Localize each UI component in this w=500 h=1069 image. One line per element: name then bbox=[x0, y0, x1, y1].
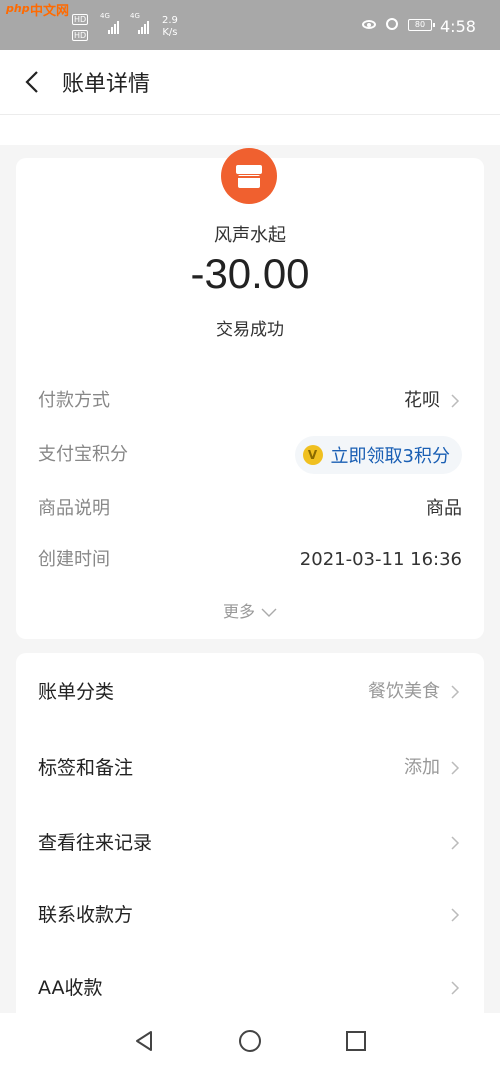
nav-recents-icon[interactable] bbox=[344, 1029, 368, 1053]
description-label: 商品说明 bbox=[38, 498, 110, 519]
claim-points-button[interactable]: V 立即领取3积分 bbox=[294, 436, 462, 474]
more-label: 更多 bbox=[222, 602, 255, 621]
bill-actions-card: 账单分类 餐饮美食 标签和备注 添加 查看往来记录 联系收款方 AA收款 bbox=[16, 653, 484, 1033]
bill-summary-card: 风声水起 -30.00 交易成功 付款方式 花呗 支付宝积分 V 立即领取3积分… bbox=[16, 148, 484, 639]
system-nav-bar bbox=[0, 1013, 500, 1069]
chevron-left-icon[interactable] bbox=[22, 70, 46, 94]
created-time-label: 创建时间 bbox=[38, 549, 110, 570]
chevron-down-icon bbox=[261, 608, 277, 617]
signal-icon bbox=[108, 16, 119, 34]
chevron-right-icon bbox=[451, 394, 460, 408]
status-bar: php 中文网 HD HD 4G 4G 2.9 K/s 80 4:58 bbox=[0, 0, 500, 50]
chevron-right-icon bbox=[451, 685, 460, 699]
category-row[interactable]: 账单分类 餐饮美食 bbox=[38, 677, 462, 707]
alarm-icon bbox=[386, 18, 398, 30]
chevron-right-icon bbox=[451, 836, 460, 850]
signal-icon-2 bbox=[138, 16, 149, 34]
aa-collect-row[interactable]: AA收款 bbox=[38, 973, 462, 1003]
page-title: 账单详情 bbox=[62, 72, 151, 97]
tags-notes-label: 标签和备注 bbox=[38, 757, 134, 779]
points-row: 支付宝积分 V 立即领取3积分 bbox=[38, 436, 462, 474]
merchant-name: 风声水起 bbox=[214, 225, 286, 246]
speed-value: 2.9 bbox=[162, 15, 178, 26]
chevron-right-icon bbox=[451, 908, 460, 922]
tags-notes-value: 添加 bbox=[404, 757, 440, 778]
points-label: 支付宝积分 bbox=[38, 444, 128, 465]
history-row[interactable]: 查看往来记录 bbox=[38, 828, 462, 858]
more-button[interactable]: 更多 bbox=[16, 598, 484, 622]
header-spacer bbox=[0, 115, 500, 145]
coin-icon: V bbox=[302, 445, 323, 465]
battery-icon: 80 bbox=[408, 19, 435, 31]
category-label: 账单分类 bbox=[38, 681, 115, 703]
contact-payee-row[interactable]: 联系收款方 bbox=[38, 900, 462, 930]
payment-method-row[interactable]: 付款方式 花呗 bbox=[38, 386, 462, 416]
created-time-value: 2021-03-11 16:36 bbox=[299, 549, 462, 570]
header: 账单详情 bbox=[0, 50, 500, 115]
aa-collect-label: AA收款 bbox=[38, 977, 103, 999]
nav-home-icon[interactable] bbox=[238, 1029, 262, 1053]
history-label: 查看往来记录 bbox=[38, 832, 153, 854]
clock: 4:58 bbox=[440, 17, 476, 36]
speed-unit: K/s bbox=[162, 27, 178, 38]
payment-method-value: 花呗 bbox=[404, 390, 440, 411]
nav-back-icon[interactable] bbox=[132, 1029, 156, 1053]
storefront-icon bbox=[221, 148, 277, 204]
category-value: 餐饮美食 bbox=[368, 681, 440, 702]
claim-points-label: 立即领取3积分 bbox=[330, 446, 450, 467]
watermark-text: 中文网 bbox=[30, 4, 70, 19]
watermark-logo: php bbox=[6, 2, 30, 15]
network-speed: 2.9 K/s bbox=[162, 15, 178, 39]
contact-payee-label: 联系收款方 bbox=[38, 904, 134, 926]
description-value: 商品 bbox=[426, 498, 462, 519]
tags-notes-row[interactable]: 标签和备注 添加 bbox=[38, 753, 462, 783]
chevron-right-icon bbox=[451, 761, 460, 775]
payment-method-label: 付款方式 bbox=[38, 390, 110, 411]
eye-icon bbox=[362, 20, 376, 29]
description-row: 商品说明 商品 bbox=[38, 494, 462, 524]
transaction-status: 交易成功 bbox=[216, 320, 284, 340]
hd-badge-2: HD bbox=[72, 30, 89, 41]
created-time-row: 创建时间 2021-03-11 16:36 bbox=[38, 545, 462, 575]
chevron-right-icon bbox=[451, 981, 460, 995]
amount: -30.00 bbox=[190, 250, 310, 297]
hd-badge: HD bbox=[72, 14, 89, 25]
